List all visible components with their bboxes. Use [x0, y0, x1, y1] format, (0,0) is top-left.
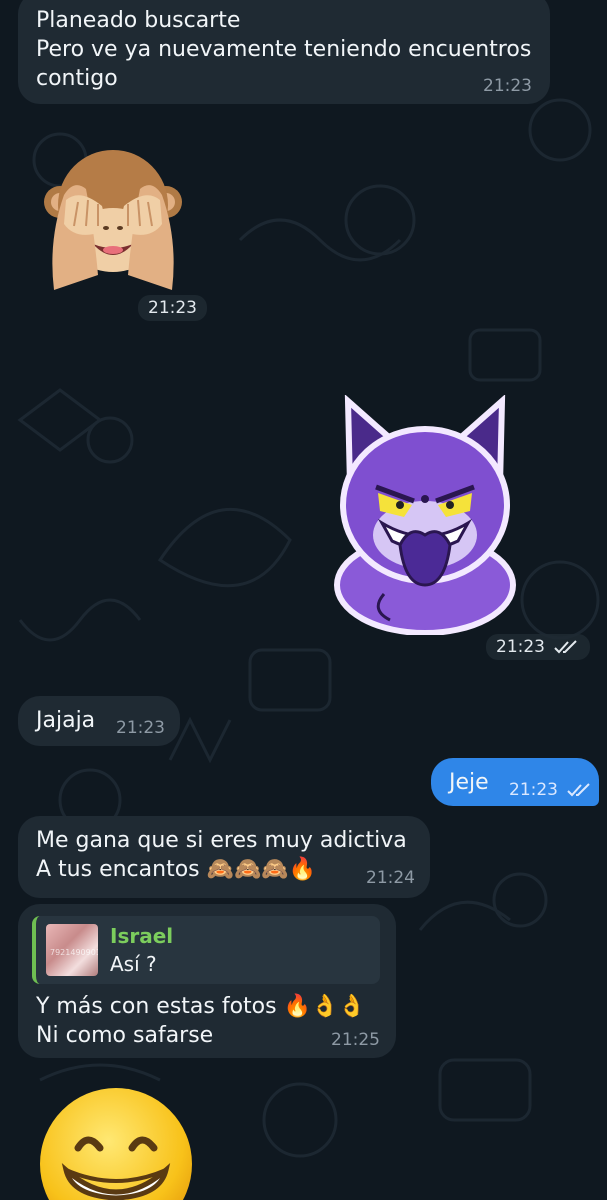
message-time-text: 21:23: [509, 780, 558, 800]
incoming-message-1[interactable]: Planeado buscarte Pero ve ya nuevamente …: [18, 0, 550, 104]
double-check-icon: [567, 783, 591, 797]
message-time: 21:23: [496, 637, 545, 657]
incoming-message-4[interactable]: Jajaja 21:23: [18, 696, 180, 746]
message-time: 21:23: [116, 718, 165, 738]
see-no-evil-monkey-sticker[interactable]: [38, 140, 188, 290]
outgoing-message-5[interactable]: Jeje 21:23: [431, 758, 599, 806]
reply-text: Así ?: [110, 952, 157, 976]
message-text: Planeado buscarte Pero ve ya nuevamente …: [36, 8, 532, 91]
message-text: Jeje: [449, 770, 489, 795]
message-text: Jajaja: [36, 708, 96, 733]
purple-devil-cat-sticker[interactable]: [330, 395, 520, 635]
double-check-icon: [554, 640, 578, 654]
incoming-message-7[interactable]: 7921490901 Israel Así ? Y más con estas …: [18, 904, 396, 1058]
incoming-message-6[interactable]: Me gana que si eres muy adictiva A tus e…: [18, 816, 430, 898]
message-text: Me gana que si eres muy adictiva A tus e…: [36, 828, 407, 882]
sticker-time-pill: 21:23: [486, 634, 591, 660]
reply-thumbnail: 7921490901: [46, 924, 98, 976]
message-time: 21:23: [483, 76, 532, 96]
grinning-face-sticker[interactable]: [38, 1086, 194, 1200]
reply-preview[interactable]: 7921490901 Israel Así ?: [32, 916, 380, 984]
message-text: Y más con estas fotos 🔥👌👌 Ni como safars…: [36, 994, 366, 1048]
reply-author: Israel: [110, 924, 174, 948]
sticker-time-pill: 21:23: [138, 295, 207, 321]
message-time: 21:23: [509, 780, 593, 800]
message-time: 21:24: [366, 868, 415, 888]
message-time: 21:25: [331, 1030, 380, 1050]
thumbnail-caption: 7921490901: [50, 948, 98, 957]
